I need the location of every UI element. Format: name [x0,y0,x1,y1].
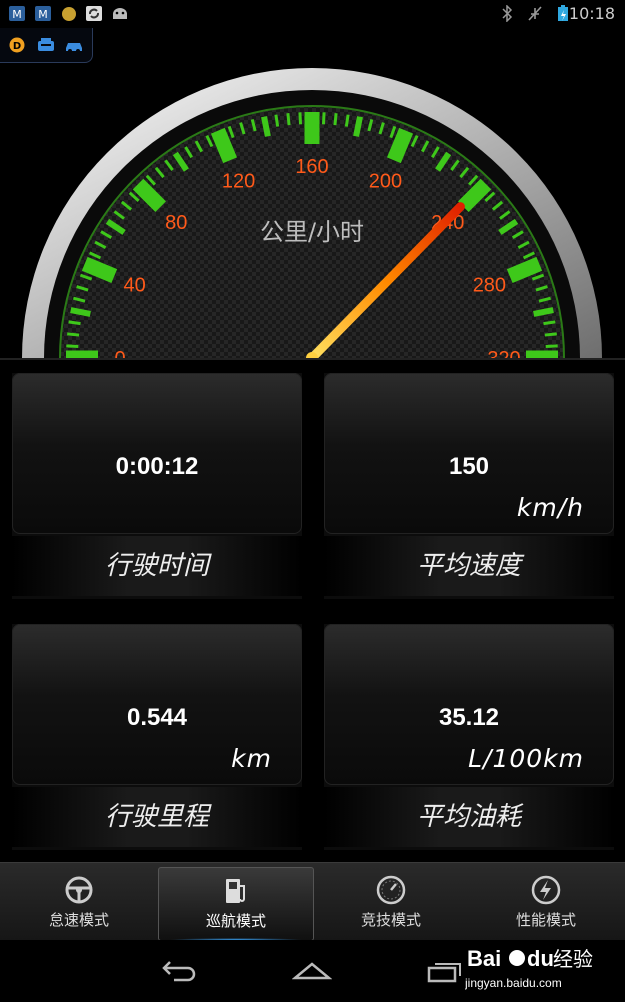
back-icon[interactable] [160,958,200,982]
svg-text:M: M [12,8,22,21]
speedometer-icon [376,875,406,905]
trip-distance-value: 0.544 [126,704,188,731]
tab-label: 竞技模式 [360,911,421,929]
minor-tick [298,112,303,125]
gauge-tick-label: 200 [369,171,402,193]
minor-tick [353,116,363,137]
drive-time-label: 行驶时间 [12,536,302,596]
svg-text:M: M [38,8,48,21]
tab-label: 巡航模式 [205,912,266,930]
paw-icon [509,950,525,966]
gauge-tick-label: 160 [295,156,328,178]
home-icon[interactable] [292,960,332,982]
minor-tick [286,113,291,126]
minor-tick [274,114,280,127]
tab-performance-mode[interactable]: 性能模式 [469,867,623,939]
minor-tick [70,307,91,317]
sync-icon [86,6,102,21]
minor-tick [533,307,554,317]
gauge-tick-label: 40 [123,275,145,297]
minor-tick [344,114,350,127]
gauge-unit-label: 公里/小时 [260,218,364,246]
status-bar: M M 10:18 [0,0,625,28]
trip-distance-label: 行驶里程 [12,787,302,847]
minor-tick [544,332,557,337]
watermark-brand: Bai [467,946,501,971]
tab-idle-mode[interactable]: 怠速模式 [2,867,156,939]
minor-tick [66,344,79,349]
clock: 10:18 [568,4,615,23]
tab-label: 怠速模式 [48,911,109,929]
tab-label: 性能模式 [515,911,576,929]
average-fuel-unit: L/100km [468,744,584,773]
coin-icon [62,7,76,21]
gauge-tick-label: 280 [473,275,506,297]
panel-average-fuel: 35.12 L/100km 平均油耗 [324,624,614,850]
average-speed-label: 平均速度 [324,536,614,596]
minor-tick [67,332,80,337]
airplane-off-icon [528,6,542,21]
battery-icon [558,5,568,21]
lightning-icon [531,875,561,905]
gauge-tick-label: 120 [222,171,255,193]
watermark-product: 经验 [553,947,593,971]
gauge-tick-label: 80 [165,212,187,234]
minor-tick [333,113,338,126]
average-fuel-value: 35.12 [438,704,500,731]
average-fuel-label: 平均油耗 [324,787,614,847]
m-app-icon-2: M [35,6,51,21]
mode-tab-bar: 怠速模式 巡航模式 竞技模式 性能模式 [0,862,625,942]
tab-racing-mode[interactable]: 竞技模式 [314,867,468,939]
average-speed-value: 150 [448,453,490,480]
fuel-pump-icon [226,879,245,903]
steering-wheel-icon [65,876,93,904]
android-debug-icon [113,8,127,19]
recent-apps-icon[interactable] [426,958,466,984]
speedometer-gauge: 04080120160200240280320 公里/小时 [0,68,625,360]
tab-cruise-mode[interactable]: 巡航模式 [158,867,314,942]
average-speed-unit: km/h [516,493,584,522]
watermark-brand-2: du [527,946,554,971]
minor-tick [543,320,556,326]
minor-tick [545,344,558,349]
m-app-icon: M [9,6,25,21]
minor-tick [261,116,271,137]
panel-trip-distance: 0.544 km 行驶里程 [12,624,302,850]
watermark-url: jingyan.baidu.com [465,976,562,990]
baidu-watermark: Bai du 经验 jingyan.baidu.com [464,940,605,998]
bluetooth-icon [502,5,513,22]
trip-distance-unit: km [231,744,272,773]
panel-average-speed: 150 km/h 平均速度 [324,373,614,599]
minor-tick [68,320,81,326]
panel-drive-time: 0:00:12 行驶时间 [12,373,302,599]
drive-time-value: 0:00:12 [115,453,199,480]
minor-tick [321,112,326,125]
